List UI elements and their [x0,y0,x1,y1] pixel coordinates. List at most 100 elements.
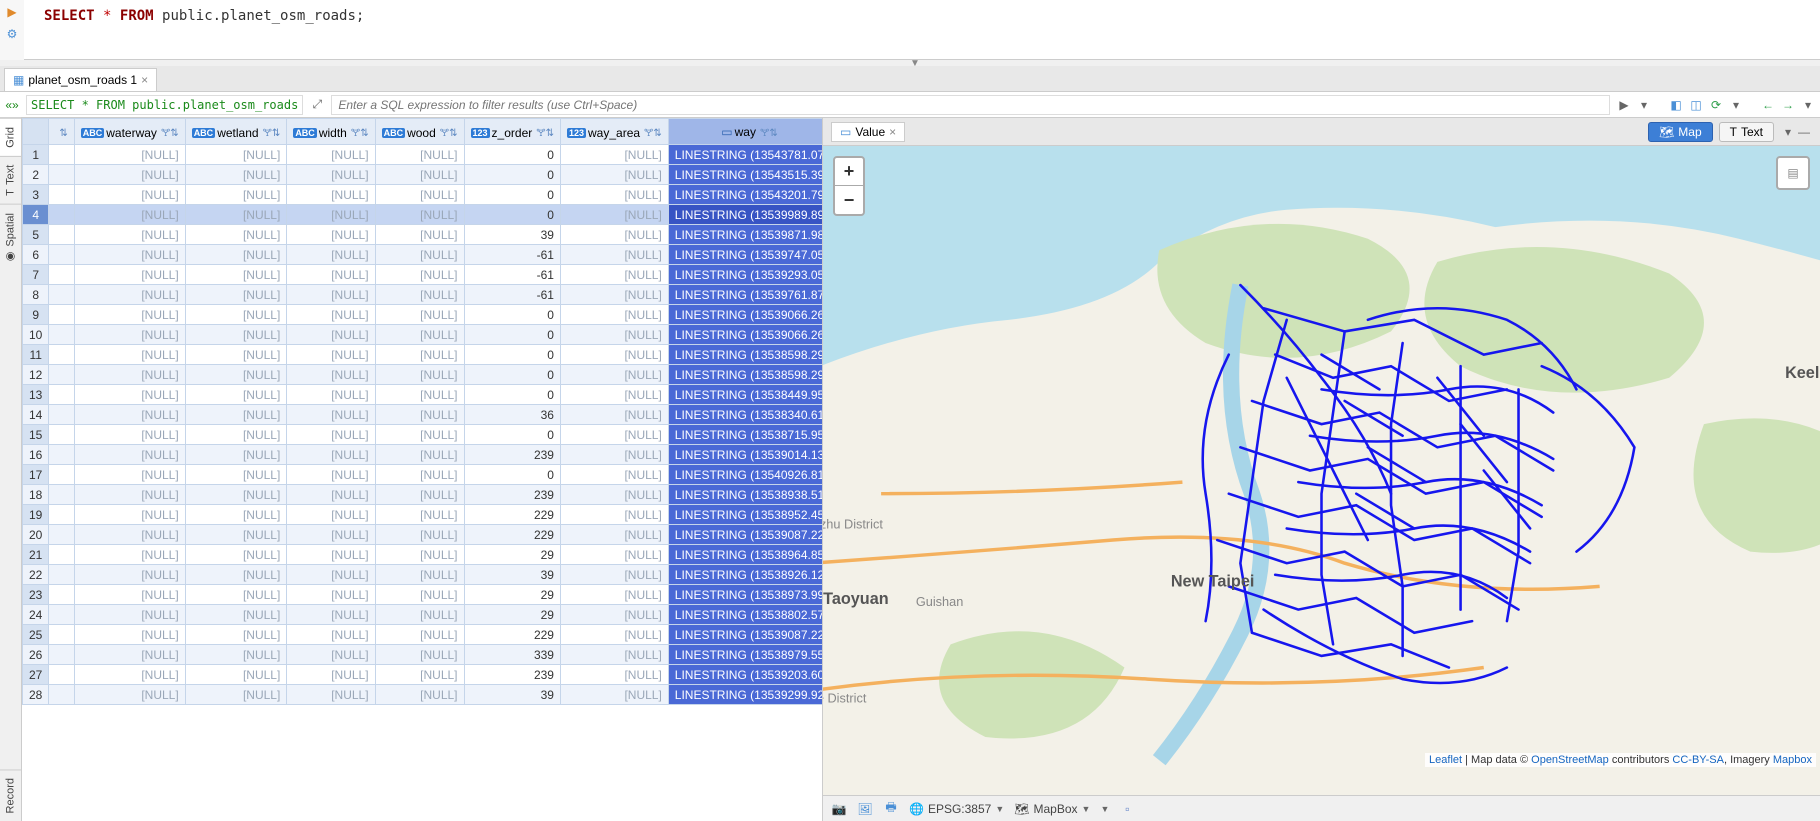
cell-waterway[interactable]: [NULL] [74,685,185,705]
cell-wetland[interactable]: [NULL] [185,485,287,505]
table-row[interactable]: 5[NULL][NULL][NULL][NULL]39[NULL]LINESTR… [23,225,823,245]
map-canvas[interactable]: Keelung Taoyuan New Taipei Luzhu Distric… [823,146,1820,795]
cell-wetland[interactable]: [NULL] [185,585,287,605]
close-icon[interactable]: × [889,125,896,139]
cell-wetland[interactable]: [NULL] [185,165,287,185]
row-number[interactable]: 1 [23,145,49,165]
cell-wetland[interactable]: [NULL] [185,145,287,165]
cell-z-order[interactable]: -61 [464,245,560,265]
cell-way[interactable]: LINESTRING (13538964.85 [668,545,822,565]
cell-wetland[interactable]: [NULL] [185,185,287,205]
cell-way[interactable]: LINESTRING (13539747.05 [668,245,822,265]
cell-wood[interactable]: [NULL] [375,465,464,485]
row-number[interactable]: 3 [23,185,49,205]
cell-width[interactable]: [NULL] [287,625,375,645]
cell-width[interactable]: [NULL] [287,445,375,465]
cell-waterway[interactable]: [NULL] [74,225,185,245]
cell-wetland[interactable]: [NULL] [185,445,287,465]
cell-wood[interactable]: [NULL] [375,545,464,565]
nav-back-icon[interactable]: ← [1760,97,1776,113]
cell-z-order[interactable]: 0 [464,165,560,185]
row-number[interactable]: 14 [23,405,49,425]
cell-waterway[interactable]: [NULL] [74,665,185,685]
cell-wood[interactable]: [NULL] [375,385,464,405]
cell-width[interactable]: [NULL] [287,485,375,505]
mapbox-link[interactable]: Mapbox [1773,754,1812,766]
table-row[interactable]: 12[NULL][NULL][NULL][NULL]0[NULL]LINESTR… [23,365,823,385]
cell-wetland[interactable]: [NULL] [185,345,287,365]
table-row[interactable]: 28[NULL][NULL][NULL][NULL]39[NULL]LINEST… [23,685,823,705]
cell-wetland[interactable]: [NULL] [185,325,287,345]
cell-waterway[interactable]: [NULL] [74,325,185,345]
row-number[interactable]: 2 [23,165,49,185]
cell-way[interactable]: LINESTRING (13538938.51 [668,485,822,505]
cell-z-order[interactable]: 0 [464,325,560,345]
panel-layout-icon[interactable]: ◫ [1688,97,1704,113]
cell-wood[interactable]: [NULL] [375,325,464,345]
cell-wetland[interactable]: [NULL] [185,425,287,445]
settings-icon[interactable]: ▾ [1728,97,1744,113]
filter-icon[interactable]: 🝖⇅ [161,128,179,139]
cell-wood[interactable]: [NULL] [375,585,464,605]
table-row[interactable]: 8[NULL][NULL][NULL][NULL]-61[NULL]LINEST… [23,285,823,305]
row-number[interactable]: 10 [23,325,49,345]
cell-z-order[interactable]: 39 [464,685,560,705]
cell-way[interactable]: LINESTRING (13538598.29 [668,345,822,365]
cell-way-area[interactable]: [NULL] [560,505,668,525]
cell-waterway[interactable]: [NULL] [74,445,185,465]
row-number[interactable]: 11 [23,345,49,365]
col-z-order[interactable]: 123 z_order🝖⇅ [464,119,560,145]
cell-wetland[interactable]: [NULL] [185,205,287,225]
cell-way-area[interactable]: [NULL] [560,525,668,545]
print-icon[interactable]: 🖶 [883,801,899,817]
cell-way-area[interactable]: [NULL] [560,205,668,225]
cell-way-area[interactable]: [NULL] [560,465,668,485]
cell-z-order[interactable]: 239 [464,665,560,685]
cell-z-order[interactable]: 39 [464,225,560,245]
table-row[interactable]: 1[NULL][NULL][NULL][NULL]0[NULL]LINESTRI… [23,145,823,165]
cell-way-area[interactable]: [NULL] [560,245,668,265]
cell-waterway[interactable]: [NULL] [74,245,185,265]
table-row[interactable]: 9[NULL][NULL][NULL][NULL]0[NULL]LINESTRI… [23,305,823,325]
cell-z-order[interactable]: 29 [464,605,560,625]
cell-width[interactable]: [NULL] [287,285,375,305]
cell-width[interactable]: [NULL] [287,225,375,245]
cell-way-area[interactable]: [NULL] [560,165,668,185]
edge-col[interactable]: ⇅ [49,119,74,145]
image-icon[interactable]: 🖼 [857,801,873,817]
nav-menu-icon[interactable]: ▾ [1800,97,1816,113]
cell-way-area[interactable]: [NULL] [560,645,668,665]
table-row[interactable]: 27[NULL][NULL][NULL][NULL]239[NULL]LINES… [23,665,823,685]
cell-wood[interactable]: [NULL] [375,365,464,385]
panel-menu-icon[interactable]: ▾ [1780,124,1796,140]
cell-wetland[interactable]: [NULL] [185,225,287,245]
cell-way-area[interactable]: [NULL] [560,365,668,385]
cell-width[interactable]: [NULL] [287,265,375,285]
cell-wood[interactable]: [NULL] [375,685,464,705]
filter-icon[interactable]: 🝖⇅ [263,128,281,139]
cell-wetland[interactable]: [NULL] [185,505,287,525]
cell-way[interactable]: LINESTRING (13539066.26 [668,325,822,345]
row-number[interactable]: 13 [23,385,49,405]
cell-wood[interactable]: [NULL] [375,625,464,645]
row-number[interactable]: 17 [23,465,49,485]
nav-fwd-icon[interactable]: → [1780,97,1796,113]
cell-way[interactable]: LINESTRING (13539989.89 [668,205,822,225]
cell-width[interactable]: [NULL] [287,565,375,585]
funnel-icon[interactable]: ⇅ [59,128,67,139]
row-number[interactable]: 20 [23,525,49,545]
cell-way-area[interactable]: [NULL] [560,265,668,285]
cell-wood[interactable]: [NULL] [375,665,464,685]
cell-z-order[interactable]: 239 [464,445,560,465]
cell-way[interactable]: LINESTRING (13539087.22 [668,625,822,645]
cell-wood[interactable]: [NULL] [375,565,464,585]
cell-width[interactable]: [NULL] [287,385,375,405]
vtab-text[interactable]: TText [0,156,21,204]
filter-icon[interactable]: 🝖⇅ [536,128,554,139]
sql-icon[interactable]: «» [4,97,20,113]
cell-wetland[interactable]: [NULL] [185,665,287,685]
cell-way[interactable]: LINESTRING (13543201.79 [668,185,822,205]
row-number[interactable]: 4 [23,205,49,225]
cell-waterway[interactable]: [NULL] [74,525,185,545]
cell-wetland[interactable]: [NULL] [185,565,287,585]
